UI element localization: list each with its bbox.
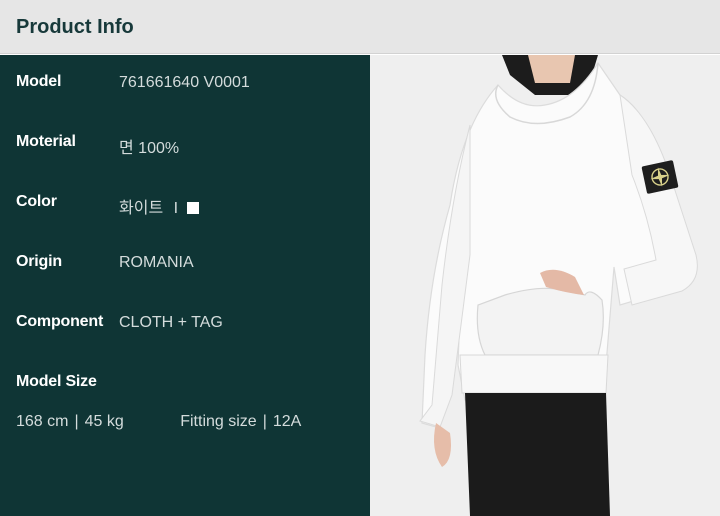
model-neck	[528, 55, 575, 83]
fitting-separator: |	[262, 413, 267, 430]
hoodie-hem	[459, 354, 609, 394]
origin-label: Origin	[16, 253, 62, 270]
material-value: 면 100%	[119, 140, 180, 157]
info-row-component: Component CLOTH + TAG	[16, 313, 356, 335]
color-label: Color	[16, 193, 57, 210]
info-panel: Model 761661640 V0001 Moterial 면 100% Co…	[0, 55, 370, 516]
color-swatch	[186, 202, 199, 214]
model-trousers	[465, 393, 610, 516]
info-row-origin: Origin ROMANIA	[16, 253, 356, 275]
color-value: 화이트	[119, 200, 164, 217]
info-row-model-size: Model Size	[16, 373, 356, 395]
component-label: Component	[16, 313, 104, 330]
model-weight: 45 kg	[84, 413, 124, 430]
info-row-model: Model 761661640 V0001	[16, 73, 356, 95]
product-info-header: Product Info	[0, 0, 720, 54]
color-value-group: 화이트 I	[119, 194, 199, 218]
material-label: Moterial	[16, 133, 76, 150]
hoodie-pocket	[476, 287, 604, 356]
info-row-color: Color 화이트 I	[16, 193, 356, 218]
model-size-values: 168 cm | 45 kg Fitting size | 12A	[16, 413, 356, 431]
color-divider: I	[173, 200, 179, 217]
size-separator: |	[74, 413, 79, 430]
page-title: Product Info	[16, 16, 134, 38]
model-hoodie-illustration	[370, 55, 720, 516]
model-size-label: Model Size	[16, 373, 97, 390]
info-row-material: Moterial 면 100%	[16, 133, 356, 157]
model-label: Model	[16, 73, 62, 90]
model-value: 761661640 V0001	[119, 74, 250, 91]
model-height: 168 cm	[16, 413, 69, 430]
component-value: CLOTH + TAG	[119, 314, 223, 331]
product-photo	[370, 55, 720, 516]
fitting-size-label: Fitting size	[180, 413, 257, 430]
origin-value: ROMANIA	[119, 254, 194, 271]
fitting-size-value: 12A	[272, 413, 302, 430]
